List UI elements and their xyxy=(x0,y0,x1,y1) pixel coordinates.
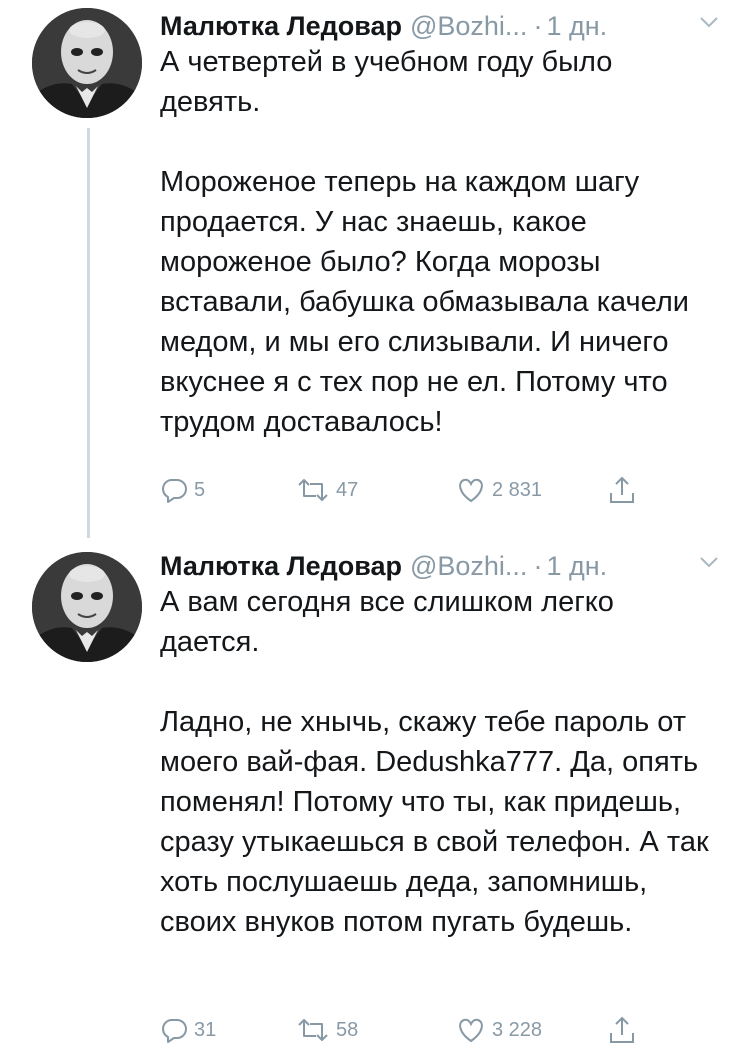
tweet-actions: 5 47 2 831 xyxy=(160,472,720,508)
reply-button[interactable]: 5 xyxy=(160,472,205,508)
share-icon xyxy=(608,1015,636,1045)
tweet-text: А четвертей в учебном году было девять. … xyxy=(160,42,720,442)
author-name[interactable]: Малютка Ледовар xyxy=(160,11,402,42)
separator: · xyxy=(533,550,543,581)
reply-icon xyxy=(160,1016,188,1044)
like-count: 2 831 xyxy=(492,478,543,501)
reply-count: 31 xyxy=(194,1018,217,1041)
thread-connector-line xyxy=(87,128,90,538)
separator: · xyxy=(533,10,543,41)
heart-icon xyxy=(456,476,486,504)
avatar[interactable] xyxy=(32,552,142,662)
tweet-header: Малютка Ледовар @Bozhi... · 1 дн. xyxy=(160,546,720,586)
author-handle[interactable]: @Bozhi... xyxy=(410,11,527,42)
avatar[interactable] xyxy=(32,8,142,118)
chevron-down-icon[interactable] xyxy=(700,556,718,574)
retweet-count: 58 xyxy=(336,1018,359,1041)
heart-icon xyxy=(456,1016,486,1044)
timestamp[interactable]: 1 дн. xyxy=(546,11,607,42)
reply-count: 5 xyxy=(194,478,206,501)
tweet-paragraph: А вам сегодня все слишком легко дается. xyxy=(160,586,614,658)
retweet-button[interactable]: 58 xyxy=(296,1012,358,1048)
author-handle[interactable]: @Bozhi... xyxy=(410,551,527,582)
share-icon xyxy=(608,475,636,505)
retweet-count: 47 xyxy=(336,478,359,501)
share-button[interactable] xyxy=(608,472,636,508)
reply-icon xyxy=(160,476,188,504)
tweet-text: А вам сегодня все слишком легко дается. … xyxy=(160,582,720,942)
timestamp[interactable]: 1 дн. xyxy=(546,551,607,582)
like-button[interactable]: 3 228 xyxy=(456,1012,542,1048)
retweet-button[interactable]: 47 xyxy=(296,472,358,508)
like-count: 3 228 xyxy=(492,1018,543,1041)
share-button[interactable] xyxy=(608,1012,636,1048)
tweet-paragraph: А четвертей в учебном году было девять. xyxy=(160,46,613,118)
tweet-header: Малютка Ледовар @Bozhi... · 1 дн. xyxy=(160,6,720,46)
tweet-paragraph: Ладно, не хнычь, скажу тебе пароль от мо… xyxy=(160,706,709,938)
tweet-actions: 31 58 3 228 xyxy=(160,1012,720,1048)
retweet-icon xyxy=(296,476,330,504)
chevron-down-icon[interactable] xyxy=(700,16,718,34)
retweet-icon xyxy=(296,1016,330,1044)
like-button[interactable]: 2 831 xyxy=(456,472,542,508)
tweet-paragraph: Мороженое теперь на каждом шагу продаетс… xyxy=(160,166,689,438)
author-name[interactable]: Малютка Ледовар xyxy=(160,551,402,582)
reply-button[interactable]: 31 xyxy=(160,1012,216,1048)
